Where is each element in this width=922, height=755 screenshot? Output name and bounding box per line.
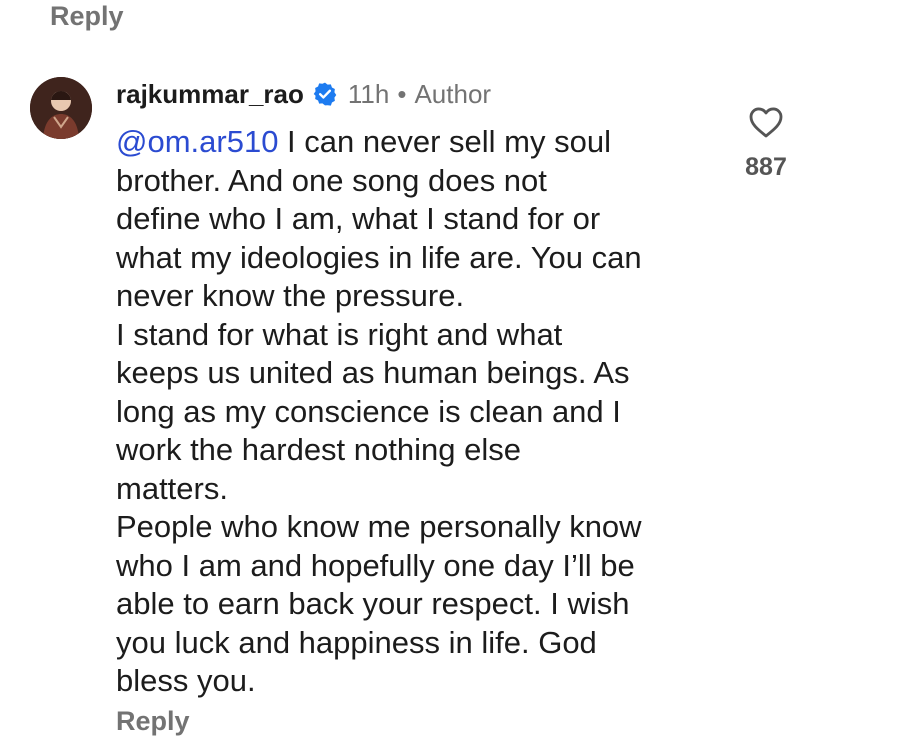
avatar-image bbox=[30, 77, 92, 139]
comment-line: @om.ar510 I can never sell my soul bbox=[116, 123, 716, 162]
comment-line: I stand for what is right and what bbox=[116, 316, 563, 352]
verified-badge-icon bbox=[313, 82, 337, 106]
comment-line: what my ideologies in life are. You can bbox=[116, 239, 642, 275]
previous-reply-button[interactable]: Reply bbox=[50, 0, 124, 32]
comment-line: bless you. bbox=[116, 663, 256, 698]
like-control: 887 bbox=[738, 105, 794, 182]
comment-text: @om.ar510 I can never sell my soul broth… bbox=[116, 123, 716, 701]
reply-button[interactable]: Reply bbox=[116, 704, 190, 738]
comment-line: long as my conscience is clean and I bbox=[116, 393, 621, 429]
comment-line: never know the pressure. bbox=[116, 278, 465, 313]
avatar[interactable] bbox=[30, 77, 92, 139]
comment-line: People who know me personally know bbox=[116, 509, 642, 544]
comment-line: brother. And one song does not bbox=[116, 162, 547, 198]
comment-line: matters. bbox=[116, 470, 228, 506]
mention-link[interactable]: @om.ar510 bbox=[116, 124, 278, 159]
comment-line: define who I am, what I stand for or bbox=[116, 201, 601, 236]
comment-line-text: I can never sell my soul bbox=[278, 124, 611, 159]
meta-separator: • bbox=[397, 78, 407, 109]
comment-line: keeps us united as human beings. As bbox=[116, 355, 630, 390]
comment-line: work the hardest nothing else bbox=[116, 432, 521, 467]
username[interactable]: rajkummar_rao bbox=[116, 79, 304, 110]
comment-line: able to earn back your respect. I wish bbox=[116, 586, 630, 621]
comment-line: you luck and happiness in life. God bbox=[116, 624, 597, 660]
like-count: 887 bbox=[745, 153, 787, 181]
heart-icon[interactable] bbox=[748, 105, 784, 139]
comment-line: who I am and hopefully one day I’ll be bbox=[116, 547, 635, 583]
comment-header: rajkummar_rao 11h • Author bbox=[116, 77, 491, 111]
author-label: Author bbox=[414, 78, 492, 109]
comment-time: 11h bbox=[347, 78, 390, 109]
